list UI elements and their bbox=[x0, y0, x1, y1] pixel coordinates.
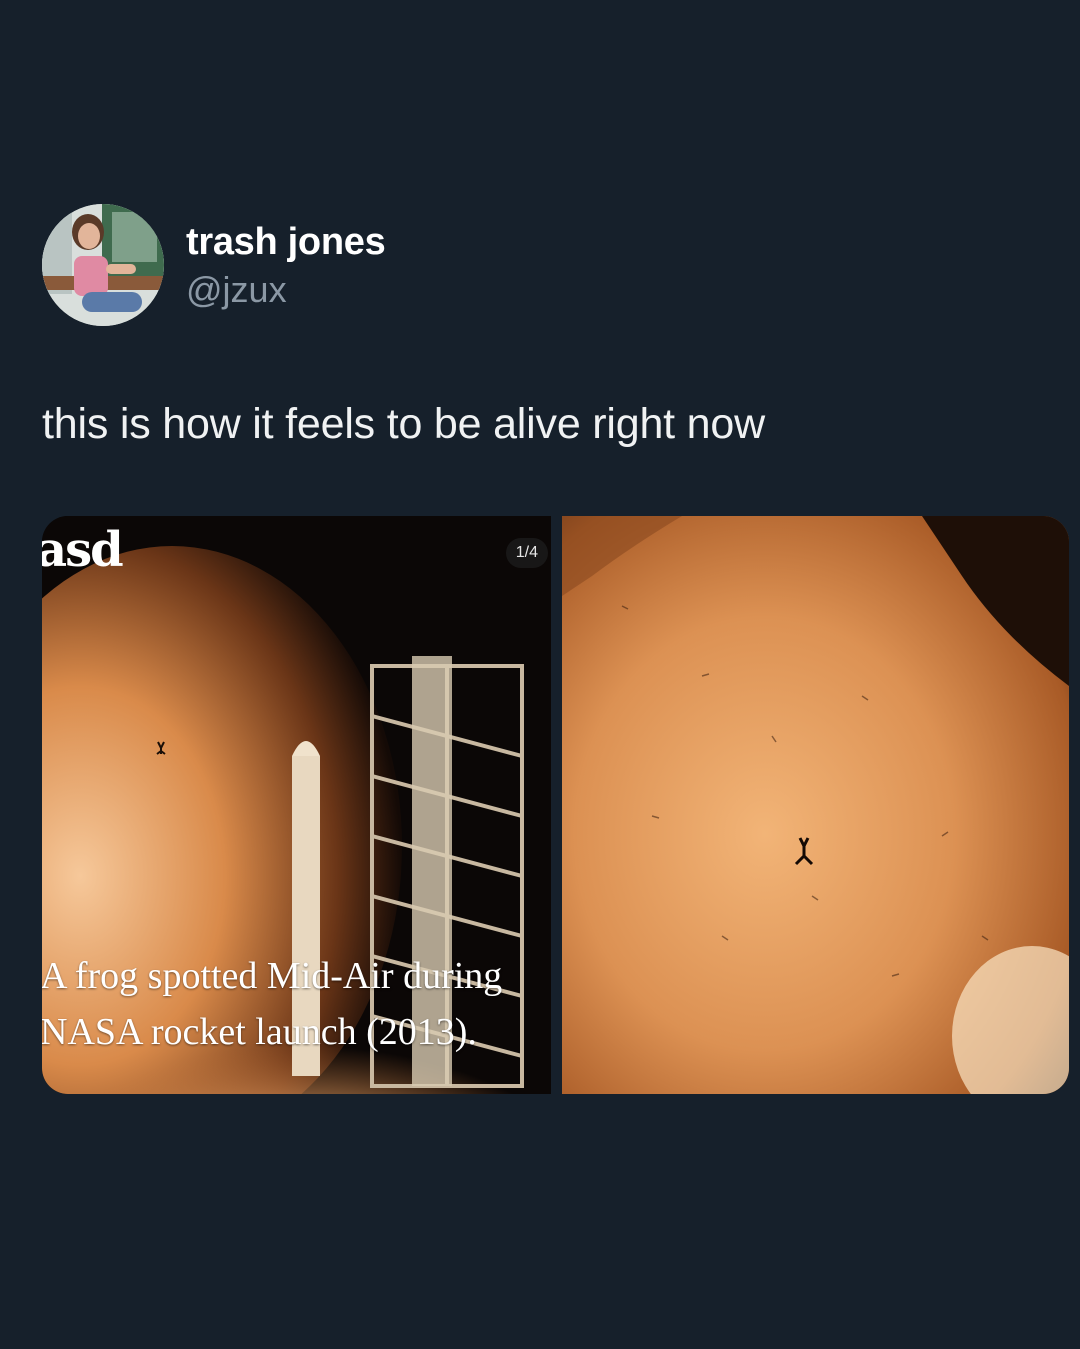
media-gallery: asd 1/4 A frog spotted Mid-Air during NA… bbox=[42, 516, 1069, 1094]
frog-in-smoke-photo bbox=[562, 516, 1069, 1094]
watermark-logo: asd bbox=[42, 522, 124, 578]
caption-line-1: A frog spotted Mid-Air during bbox=[42, 955, 503, 997]
author-names: trash jones @jzux bbox=[186, 220, 386, 312]
media-image-2[interactable] bbox=[562, 516, 1069, 1094]
tweet-text: this is how it feels to be alive right n… bbox=[42, 400, 765, 448]
tweet-header: trash jones @jzux bbox=[42, 204, 742, 328]
avatar-image bbox=[42, 204, 164, 326]
author-display-name[interactable]: trash jones bbox=[186, 220, 386, 264]
media-counter: 1/4 bbox=[505, 538, 548, 568]
media-image-1[interactable]: asd 1/4 A frog spotted Mid-Air during NA… bbox=[42, 516, 551, 1094]
image-caption: A frog spotted Mid-Air during NASA rocke… bbox=[42, 948, 551, 1060]
caption-line-2: NASA rocket launch (2013). bbox=[42, 1011, 477, 1053]
author-handle[interactable]: @jzux bbox=[186, 268, 385, 312]
author-avatar[interactable] bbox=[42, 204, 164, 326]
